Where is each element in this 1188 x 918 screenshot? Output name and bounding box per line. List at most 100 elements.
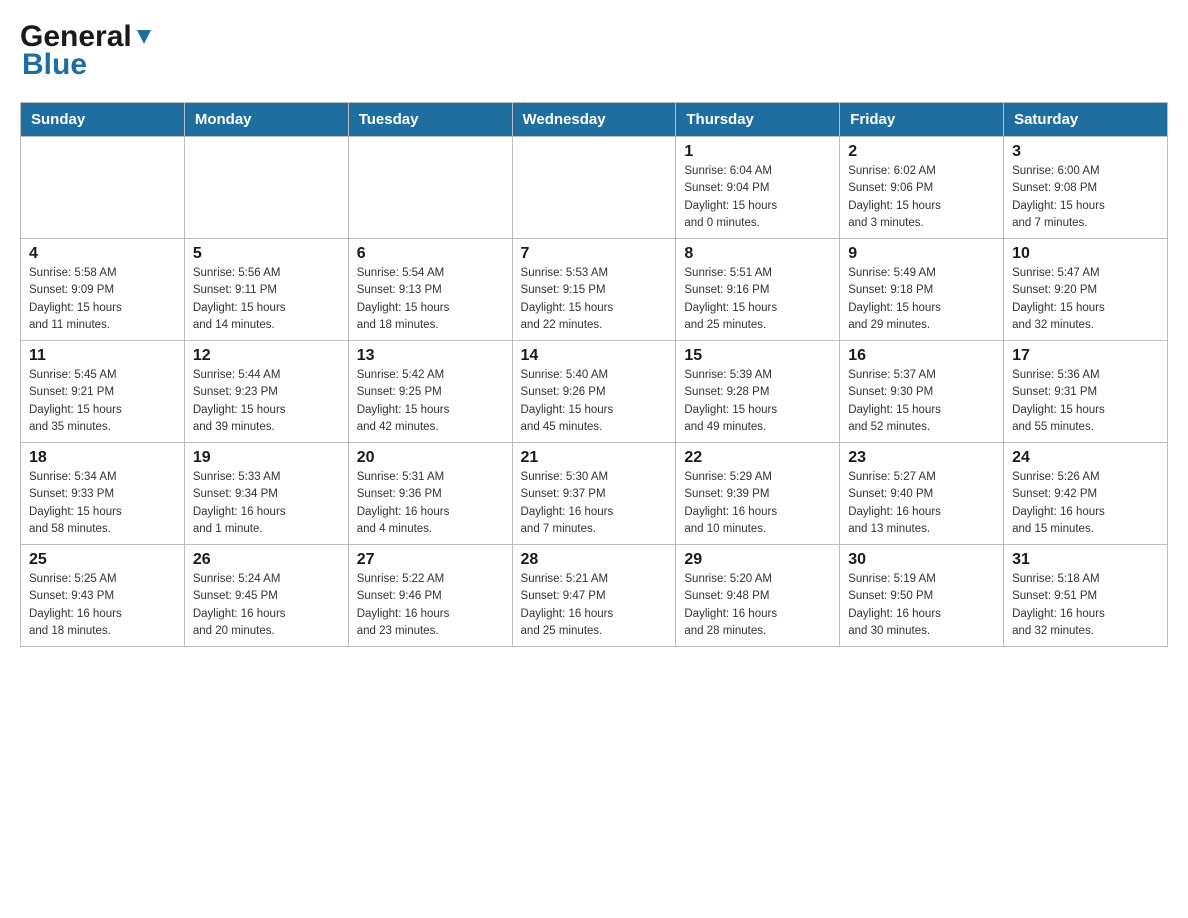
page-header: General Blue	[20, 20, 1168, 82]
day-info: Sunrise: 5:47 AMSunset: 9:20 PMDaylight:…	[1012, 265, 1159, 334]
day-info: Sunrise: 5:51 AMSunset: 9:16 PMDaylight:…	[684, 265, 831, 334]
day-number: 24	[1012, 449, 1159, 467]
day-info: Sunrise: 5:44 AMSunset: 9:23 PMDaylight:…	[193, 367, 340, 436]
day-info: Sunrise: 5:33 AMSunset: 9:34 PMDaylight:…	[193, 469, 340, 538]
calendar-cell: 8 Sunrise: 5:51 AMSunset: 9:16 PMDaylight…	[676, 239, 840, 341]
calendar-cell: 28 Sunrise: 5:21 AMSunset: 9:47 PMDayligh…	[512, 545, 676, 647]
day-info: Sunrise: 5:45 AMSunset: 9:21 PMDaylight:…	[29, 367, 176, 436]
calendar-cell: 22 Sunrise: 5:29 AMSunset: 9:39 PMDayligh…	[676, 443, 840, 545]
calendar-cell: 6 Sunrise: 5:54 AMSunset: 9:13 PMDaylight…	[348, 239, 512, 341]
calendar-cell: 12 Sunrise: 5:44 AMSunset: 9:23 PMDayligh…	[184, 341, 348, 443]
week-row-3: 11 Sunrise: 5:45 AMSunset: 9:21 PMDayligh…	[21, 341, 1168, 443]
day-info: Sunrise: 5:53 AMSunset: 9:15 PMDaylight:…	[521, 265, 668, 334]
calendar-day-header-tuesday: Tuesday	[348, 103, 512, 137]
logo-blue: Blue	[22, 48, 87, 81]
calendar-header-row: SundayMondayTuesdayWednesdayThursdayFrid…	[21, 103, 1168, 137]
day-number: 15	[684, 347, 831, 365]
day-number: 27	[357, 551, 504, 569]
day-info: Sunrise: 5:25 AMSunset: 9:43 PMDaylight:…	[29, 571, 176, 640]
calendar-cell: 7 Sunrise: 5:53 AMSunset: 9:15 PMDaylight…	[512, 239, 676, 341]
calendar-cell: 10 Sunrise: 5:47 AMSunset: 9:20 PMDayligh…	[1004, 239, 1168, 341]
calendar-cell: 23 Sunrise: 5:27 AMSunset: 9:40 PMDayligh…	[840, 443, 1004, 545]
calendar-cell	[184, 137, 348, 239]
day-info: Sunrise: 5:31 AMSunset: 9:36 PMDaylight:…	[357, 469, 504, 538]
day-number: 17	[1012, 347, 1159, 365]
day-info: Sunrise: 5:30 AMSunset: 9:37 PMDaylight:…	[521, 469, 668, 538]
calendar-cell: 21 Sunrise: 5:30 AMSunset: 9:37 PMDayligh…	[512, 443, 676, 545]
calendar-cell: 15 Sunrise: 5:39 AMSunset: 9:28 PMDayligh…	[676, 341, 840, 443]
day-number: 21	[521, 449, 668, 467]
day-number: 23	[848, 449, 995, 467]
week-row-2: 4 Sunrise: 5:58 AMSunset: 9:09 PMDaylight…	[21, 239, 1168, 341]
calendar-cell: 13 Sunrise: 5:42 AMSunset: 9:25 PMDayligh…	[348, 341, 512, 443]
calendar-cell	[21, 137, 185, 239]
week-row-4: 18 Sunrise: 5:34 AMSunset: 9:33 PMDayligh…	[21, 443, 1168, 545]
calendar-cell: 16 Sunrise: 5:37 AMSunset: 9:30 PMDayligh…	[840, 341, 1004, 443]
calendar-cell: 19 Sunrise: 5:33 AMSunset: 9:34 PMDayligh…	[184, 443, 348, 545]
calendar-cell: 17 Sunrise: 5:36 AMSunset: 9:31 PMDayligh…	[1004, 341, 1168, 443]
day-info: Sunrise: 5:18 AMSunset: 9:51 PMDaylight:…	[1012, 571, 1159, 640]
calendar-cell: 30Sunrise: 5:19 AMSunset: 9:50 PMDayligh…	[840, 545, 1004, 647]
week-row-1: 1Sunrise: 6:04 AMSunset: 9:04 PMDaylight…	[21, 137, 1168, 239]
calendar-cell: 27 Sunrise: 5:22 AMSunset: 9:46 PMDayligh…	[348, 545, 512, 647]
day-info: Sunrise: 5:56 AMSunset: 9:11 PMDaylight:…	[193, 265, 340, 334]
day-info: Sunrise: 5:34 AMSunset: 9:33 PMDaylight:…	[29, 469, 176, 538]
day-info: Sunrise: 5:19 AMSunset: 9:50 PMDaylight:…	[848, 571, 995, 640]
calendar-cell: 29 Sunrise: 5:20 AMSunset: 9:48 PMDayligh…	[676, 545, 840, 647]
day-info: Sunrise: 5:42 AMSunset: 9:25 PMDaylight:…	[357, 367, 504, 436]
day-info: Sunrise: 5:27 AMSunset: 9:40 PMDaylight:…	[848, 469, 995, 538]
day-number: 13	[357, 347, 504, 365]
day-info: Sunrise: 5:36 AMSunset: 9:31 PMDaylight:…	[1012, 367, 1159, 436]
day-number: 20	[357, 449, 504, 467]
day-info: Sunrise: 5:22 AMSunset: 9:46 PMDaylight:…	[357, 571, 504, 640]
day-number: 9	[848, 245, 995, 263]
calendar-day-header-sunday: Sunday	[21, 103, 185, 137]
day-number: 18	[29, 449, 176, 467]
calendar-cell: 2Sunrise: 6:02 AMSunset: 9:06 PMDaylight…	[840, 137, 1004, 239]
day-number: 19	[193, 449, 340, 467]
calendar-day-header-saturday: Saturday	[1004, 103, 1168, 137]
calendar-cell: 11 Sunrise: 5:45 AMSunset: 9:21 PMDayligh…	[21, 341, 185, 443]
logo: General Blue	[20, 20, 156, 82]
day-info: Sunrise: 5:49 AMSunset: 9:18 PMDaylight:…	[848, 265, 995, 334]
day-number: 25	[29, 551, 176, 569]
calendar-cell: 26 Sunrise: 5:24 AMSunset: 9:45 PMDayligh…	[184, 545, 348, 647]
day-info: Sunrise: 5:20 AMSunset: 9:48 PMDaylight:…	[684, 571, 831, 640]
logo-arrow-icon	[133, 26, 155, 48]
day-number: 7	[521, 245, 668, 263]
calendar-cell: 25 Sunrise: 5:25 AMSunset: 9:43 PMDayligh…	[21, 545, 185, 647]
day-number: 16	[848, 347, 995, 365]
day-info: Sunrise: 5:54 AMSunset: 9:13 PMDaylight:…	[357, 265, 504, 334]
day-info: Sunrise: 5:24 AMSunset: 9:45 PMDaylight:…	[193, 571, 340, 640]
day-info: Sunrise: 5:58 AMSunset: 9:09 PMDaylight:…	[29, 265, 176, 334]
day-number: 6	[357, 245, 504, 263]
calendar-cell: 1Sunrise: 6:04 AMSunset: 9:04 PMDaylight…	[676, 137, 840, 239]
day-number: 22	[684, 449, 831, 467]
day-number: 29	[684, 551, 831, 569]
day-number: 8	[684, 245, 831, 263]
day-number: 28	[521, 551, 668, 569]
day-number: 12	[193, 347, 340, 365]
calendar-cell: 14 Sunrise: 5:40 AMSunset: 9:26 PMDayligh…	[512, 341, 676, 443]
day-number: 14	[521, 347, 668, 365]
day-number: 11	[29, 347, 176, 365]
day-info: Sunrise: 6:04 AMSunset: 9:04 PMDaylight:…	[684, 163, 831, 232]
calendar-cell	[512, 137, 676, 239]
calendar-cell: 9 Sunrise: 5:49 AMSunset: 9:18 PMDaylight…	[840, 239, 1004, 341]
calendar-day-header-thursday: Thursday	[676, 103, 840, 137]
calendar-day-header-friday: Friday	[840, 103, 1004, 137]
day-number: 10	[1012, 245, 1159, 263]
day-info: Sunrise: 6:00 AMSunset: 9:08 PMDaylight:…	[1012, 163, 1159, 232]
day-number: 4	[29, 245, 176, 263]
day-number: 31	[1012, 551, 1159, 569]
calendar-day-header-wednesday: Wednesday	[512, 103, 676, 137]
day-number: 26	[193, 551, 340, 569]
day-number: 2	[848, 143, 995, 161]
day-info: Sunrise: 5:37 AMSunset: 9:30 PMDaylight:…	[848, 367, 995, 436]
calendar-cell: 5Sunrise: 5:56 AMSunset: 9:11 PMDaylight…	[184, 239, 348, 341]
day-info: Sunrise: 5:40 AMSunset: 9:26 PMDaylight:…	[521, 367, 668, 436]
day-info: Sunrise: 5:39 AMSunset: 9:28 PMDaylight:…	[684, 367, 831, 436]
day-info: Sunrise: 5:21 AMSunset: 9:47 PMDaylight:…	[521, 571, 668, 640]
calendar-day-header-monday: Monday	[184, 103, 348, 137]
day-info: Sunrise: 5:29 AMSunset: 9:39 PMDaylight:…	[684, 469, 831, 538]
